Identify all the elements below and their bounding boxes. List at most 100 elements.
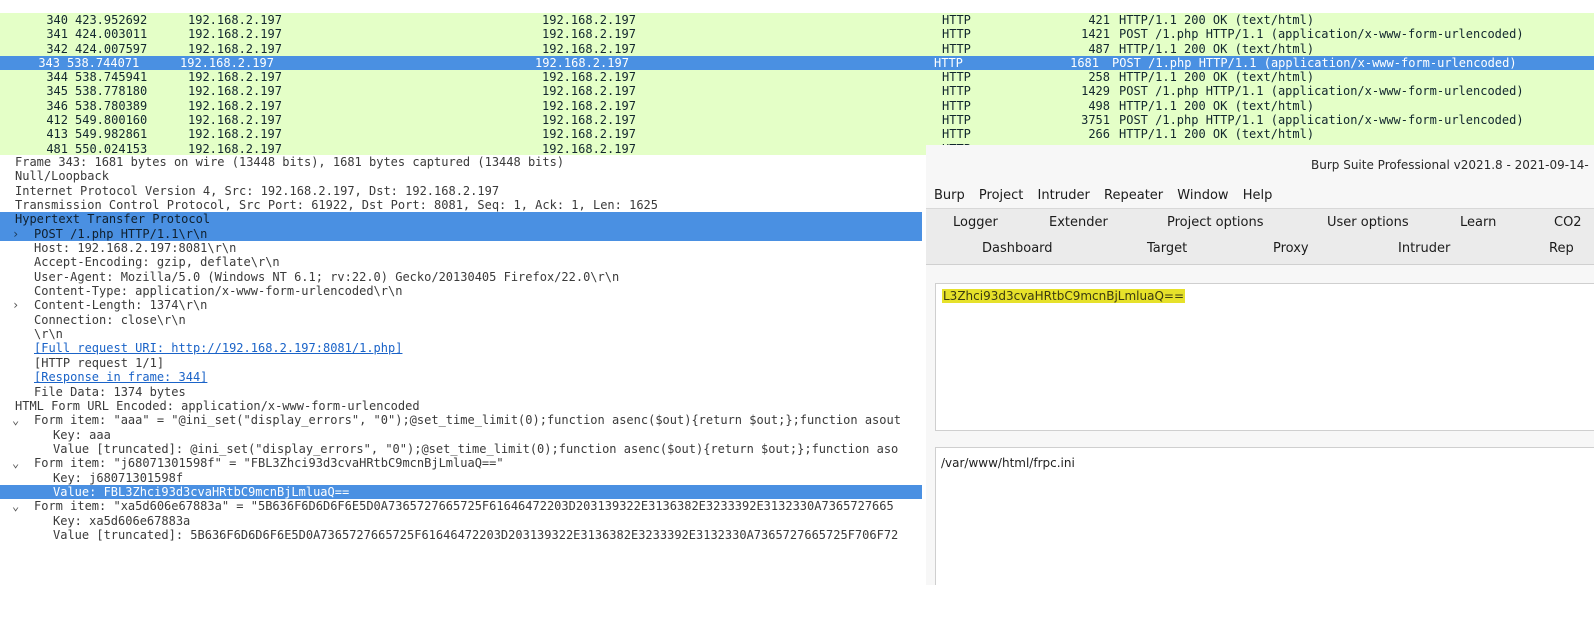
packet-source: 192.168.2.197 — [188, 13, 282, 27]
packet-row[interactable]: 413 549.982861 192.168.2.197 192.168.2.1… — [0, 127, 1594, 141]
tab-extender[interactable]: Extender — [1049, 215, 1108, 230]
burp-window: Burp Suite Professional v2021.8 - 2021-0… — [926, 145, 1594, 585]
packet-number: 342 — [46, 41, 68, 56]
packet-length: 1421 — [1081, 27, 1110, 42]
detail-response-frame[interactable]: [Response in frame: 344] — [0, 370, 926, 384]
packet-number: 412 — [46, 113, 68, 128]
packet-row[interactable]: 342 424.007597 192.168.2.197 192.168.2.1… — [0, 42, 1594, 56]
detail-frame[interactable]: Frame 343: 1681 bytes on wire (13448 bit… — [0, 155, 926, 169]
decoded-output-text[interactable]: /var/www/html/frpc.ini — [941, 456, 1075, 470]
packet-row[interactable]: 346 538.780389 192.168.2.197 192.168.2.1… — [0, 99, 1594, 113]
detail-file-data[interactable]: File Data: 1374 bytes — [0, 385, 926, 399]
detail-connection[interactable]: Connection: close\r\n — [0, 313, 926, 327]
response-frame-link[interactable]: [Response in frame: 344] — [34, 370, 207, 384]
detail-post-line[interactable]: › POST /1.php HTTP/1.1\r\n — [0, 226, 922, 242]
tab-logger[interactable]: Logger — [953, 215, 998, 230]
chevron-down-icon[interactable]: ⌄ — [12, 499, 19, 513]
packet-length: 487 — [1088, 41, 1110, 56]
packet-info: POST /1.php HTTP/1.1 (application/x-www-… — [1119, 84, 1524, 99]
detail-crlf[interactable]: \r\n — [0, 327, 926, 341]
packet-number: 343 — [38, 55, 60, 70]
chevron-down-icon[interactable]: ⌄ — [12, 413, 19, 427]
decoder-input-panel[interactable]: L3Zhci93d3cvaHRtbC9mcnBjLmluaQ== — [935, 283, 1594, 431]
packet-time: 424.003011 — [75, 27, 148, 42]
detail-http-header[interactable]: Hypertext Transfer Protocol — [0, 212, 922, 227]
packet-destination: 192.168.2.197 — [542, 127, 636, 142]
menu-repeater[interactable]: Repeater — [1104, 188, 1163, 203]
packet-row[interactable]: 344 538.745941 192.168.2.197 192.168.2.1… — [0, 70, 1594, 84]
tab-learn[interactable]: Learn — [1460, 215, 1496, 230]
tab-project-options[interactable]: Project options — [1167, 215, 1264, 230]
menu-burp[interactable]: Burp — [934, 188, 965, 203]
packet-row[interactable]: 340 423.952692 192.168.2.197 192.168.2.1… — [0, 13, 1594, 27]
detail-form-key[interactable]: Key: aaa — [0, 428, 926, 442]
detail-full-uri[interactable]: [Full request URI: http://192.168.2.197:… — [0, 341, 926, 355]
tab-repeater[interactable]: Rep — [1549, 241, 1574, 256]
detail-form-item-xa5[interactable]: ⌄ Form item: "xa5d606e67883a" = "5B636F6… — [0, 499, 926, 513]
menu-intruder[interactable]: Intruder — [1038, 188, 1090, 203]
packet-info: POST /1.php HTTP/1.1 (application/x-www-… — [1112, 55, 1517, 70]
tab-intruder[interactable]: Intruder — [1398, 241, 1450, 256]
packet-source: 192.168.2.197 — [188, 70, 282, 85]
encoded-input-text[interactable]: L3Zhci93d3cvaHRtbC9mcnBjLmluaQ== — [942, 289, 1186, 303]
detail-form-key[interactable]: Key: j68071301598f — [0, 471, 926, 485]
chevron-right-icon[interactable]: › — [12, 298, 19, 312]
packet-destination: 192.168.2.197 — [542, 98, 636, 113]
tab-user-options[interactable]: User options — [1327, 215, 1409, 230]
packet-row-selected[interactable]: 343 538.744071 192.168.2.197 192.168.2.1… — [0, 55, 1594, 71]
window-title: Burp Suite Professional v2021.8 - 2021-0… — [1311, 158, 1589, 172]
detail-form-value-selected[interactable]: Value: FBL3Zhci93d3cvaHRtbC9mcnBjLmluaQ=… — [0, 484, 922, 500]
detail-form-key[interactable]: Key: xa5d606e67883a — [0, 514, 926, 528]
detail-form-value[interactable]: Value [truncated]: 5B636F6D6D6F6E5D0A736… — [0, 528, 926, 542]
detail-form-item-aaa[interactable]: ⌄ Form item: "aaa" = "@ini_set("display_… — [0, 413, 926, 427]
detail-form-value[interactable]: Value [truncated]: @ini_set("display_err… — [0, 442, 926, 456]
tab-target[interactable]: Target — [1147, 241, 1187, 256]
full-uri-link[interactable]: [Full request URI: http://192.168.2.197:… — [34, 341, 402, 355]
packet-info: POST /1.php HTTP/1.1 (application/x-www-… — [1119, 27, 1524, 42]
detail-tcp[interactable]: Transmission Control Protocol, Src Port:… — [0, 198, 926, 212]
packet-time: 423.952692 — [75, 13, 148, 27]
packet-protocol: HTTP — [942, 113, 971, 128]
menu-bar: Burp Project Intruder Repeater Window He… — [934, 188, 1282, 203]
packet-time: 538.780389 — [75, 98, 148, 113]
packet-protocol: HTTP — [942, 84, 971, 99]
menu-window[interactable]: Window — [1177, 188, 1228, 203]
packet-info: POST /1.php HTTP/1.1 (application/x-www-… — [1119, 113, 1524, 128]
packet-row[interactable]: 345 538.778180 192.168.2.197 192.168.2.1… — [0, 84, 1594, 98]
packet-time: 549.800160 — [75, 113, 148, 128]
tab-co2[interactable]: CO2 — [1554, 215, 1582, 230]
detail-host[interactable]: Host: 192.168.2.197:8081\r\n — [0, 241, 926, 255]
detail-form-item-j68[interactable]: ⌄ Form item: "j68071301598f" = "FBL3Zhci… — [0, 456, 926, 470]
packet-protocol: HTTP — [934, 55, 963, 70]
packet-list[interactable]: 340 423.952692 192.168.2.197 192.168.2.1… — [0, 13, 1594, 155]
detail-content-length[interactable]: › Content-Length: 1374\r\n — [0, 298, 926, 312]
packet-protocol: HTTP — [942, 70, 971, 85]
packet-source: 192.168.2.197 — [188, 113, 282, 128]
decoder-output-panel[interactable]: /var/www/html/frpc.ini — [935, 447, 1594, 585]
packet-number: 345 — [46, 84, 68, 99]
packet-destination: 192.168.2.197 — [542, 84, 636, 99]
packet-length: 3751 — [1081, 113, 1110, 128]
detail-accept-encoding[interactable]: Accept-Encoding: gzip, deflate\r\n — [0, 255, 926, 269]
menu-help[interactable]: Help — [1243, 188, 1273, 203]
packet-row[interactable]: 412 549.800160 192.168.2.197 192.168.2.1… — [0, 113, 1594, 127]
detail-http-request[interactable]: [HTTP request 1/1] — [0, 356, 926, 370]
packet-time: 549.982861 — [75, 127, 148, 142]
detail-ip[interactable]: Internet Protocol Version 4, Src: 192.16… — [0, 184, 926, 198]
menu-project[interactable]: Project — [979, 188, 1023, 203]
chevron-right-icon[interactable]: › — [12, 227, 19, 241]
chevron-down-icon[interactable]: ⌄ — [12, 456, 19, 470]
packet-number: 341 — [46, 27, 68, 42]
detail-html-form[interactable]: HTML Form URL Encoded: application/x-www… — [0, 399, 926, 413]
tab-proxy[interactable]: Proxy — [1273, 241, 1309, 256]
packet-row[interactable]: 341 424.003011 192.168.2.197 192.168.2.1… — [0, 27, 1594, 41]
detail-user-agent[interactable]: User-Agent: Mozilla/5.0 (Windows NT 6.1;… — [0, 270, 926, 284]
packet-source: 192.168.2.197 — [188, 27, 282, 42]
packet-protocol: HTTP — [942, 27, 971, 42]
packet-details[interactable]: Frame 343: 1681 bytes on wire (13448 bit… — [0, 155, 926, 585]
detail-null-loopback[interactable]: Null/Loopback — [0, 169, 926, 183]
detail-content-type[interactable]: Content-Type: application/x-www-form-url… — [0, 284, 926, 298]
packet-info: HTTP/1.1 200 OK (text/html) — [1119, 127, 1315, 142]
packet-protocol: HTTP — [942, 98, 971, 113]
tab-dashboard[interactable]: Dashboard — [982, 241, 1053, 256]
